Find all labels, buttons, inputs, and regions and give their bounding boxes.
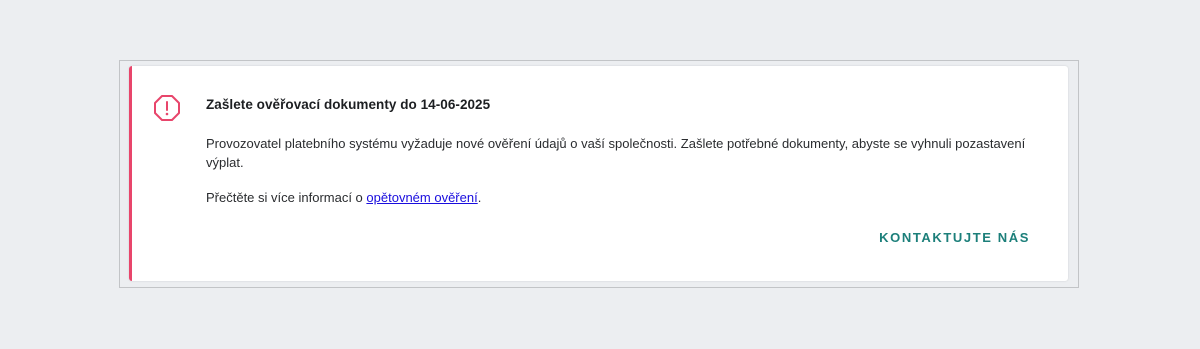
more-info-line: Přečtěte si více informací o opětovném o… (206, 188, 481, 207)
alert-octagon-icon (153, 94, 181, 122)
verification-alert-card: Zašlete ověřovací dokumenty do 14-06-202… (129, 66, 1068, 281)
alert-title: Zašlete ověřovací dokumenty do 14-06-202… (206, 97, 491, 112)
contact-us-button[interactable]: KONTAKTUJTE NÁS (879, 230, 1030, 245)
reverification-link[interactable]: opětovném ověření (366, 190, 477, 205)
more-info-prefix: Přečtěte si více informací o (206, 190, 367, 205)
alert-body-text: Provozovatel platebního systému vyžaduje… (206, 136, 1026, 170)
alert-frame: Zašlete ověřovací dokumenty do 14-06-202… (119, 60, 1079, 288)
alert-accent-bar (129, 66, 132, 281)
more-info-suffix: . (477, 190, 482, 205)
